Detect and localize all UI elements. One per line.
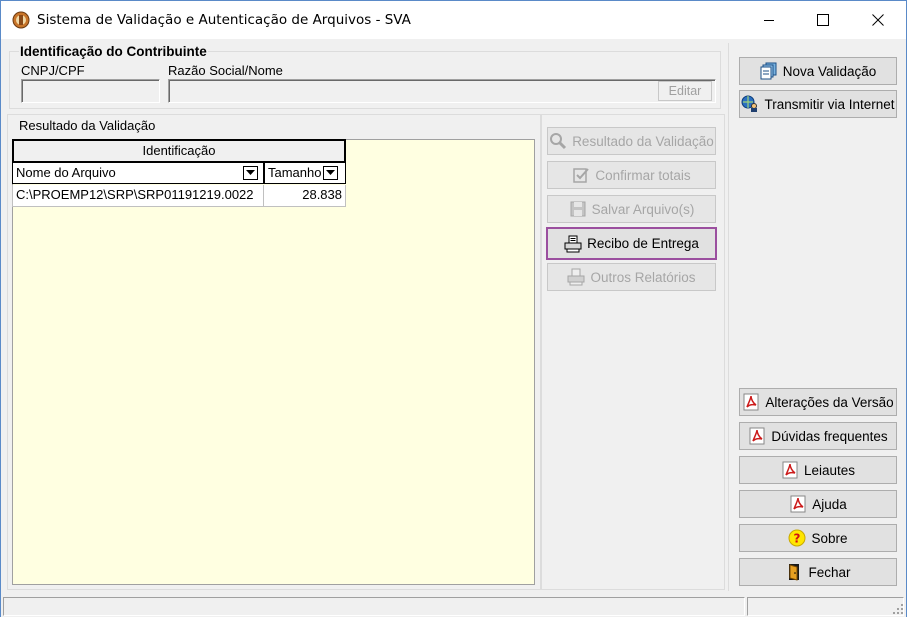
maximize-icon bbox=[817, 14, 829, 26]
confirmar-totais-button[interactable]: Confirmar totais bbox=[547, 161, 716, 189]
pdf-icon bbox=[782, 461, 798, 479]
transmitir-internet-button[interactable]: Transmitir via Internet bbox=[739, 90, 897, 118]
sobre-label: Sobre bbox=[811, 530, 848, 546]
resize-grip-icon[interactable] bbox=[892, 603, 904, 615]
column-header-file[interactable]: Nome do Arquivo bbox=[12, 162, 264, 184]
magnifier-icon bbox=[550, 133, 567, 150]
filter-dropdown-size[interactable] bbox=[323, 166, 338, 180]
column-header-size-label: Tamanho bbox=[268, 165, 322, 180]
minimize-button[interactable] bbox=[746, 1, 792, 39]
contributor-group-title: Identificação do Contribuinte bbox=[19, 44, 208, 59]
leiautes-label: Leiautes bbox=[803, 462, 856, 478]
ajuda-button[interactable]: Ajuda bbox=[739, 490, 897, 518]
salvar-arquivos-label: Salvar Arquivo(s) bbox=[591, 201, 695, 217]
window-title: Sistema de Validação e Autenticação de A… bbox=[37, 12, 411, 28]
alteracoes-versao-label: Alterações da Versão bbox=[765, 394, 894, 410]
chevron-down-icon bbox=[326, 170, 335, 175]
confirmar-totais-label: Confirmar totais bbox=[595, 167, 691, 183]
help-question-icon: ? bbox=[788, 529, 806, 547]
ajuda-label: Ajuda bbox=[812, 496, 847, 512]
main-window: Sistema de Validação e Autenticação de A… bbox=[0, 0, 907, 617]
name-label: Razão Social/Nome bbox=[168, 63, 283, 78]
edit-button[interactable]: Editar bbox=[658, 81, 712, 101]
duvidas-frequentes-label: Dúvidas frequentes bbox=[771, 428, 888, 444]
column-header-size[interactable]: Tamanho bbox=[264, 162, 346, 184]
table-row-file-cell[interactable]: C:\PROEMP12\SRP\SRP01191219.0022 bbox=[12, 185, 264, 207]
leiautes-button[interactable]: Leiautes bbox=[739, 456, 897, 484]
filter-dropdown-file[interactable] bbox=[243, 166, 258, 180]
name-field[interactable] bbox=[168, 79, 716, 103]
cnpj-field[interactable] bbox=[21, 79, 160, 103]
salvar-arquivos-button[interactable]: Salvar Arquivo(s) bbox=[547, 195, 716, 223]
svg-text:?: ? bbox=[794, 532, 801, 546]
title-bar[interactable]: Sistema de Validação e Autenticação de A… bbox=[1, 1, 906, 39]
chevron-down-icon bbox=[246, 170, 255, 175]
close-button[interactable] bbox=[855, 1, 901, 39]
result-group-title: Resultado da Validação bbox=[18, 118, 157, 133]
duvidas-frequentes-button[interactable]: Dúvidas frequentes bbox=[739, 422, 897, 450]
recibo-entrega-label: Recibo de Entrega bbox=[587, 236, 699, 251]
status-bar bbox=[1, 595, 906, 617]
pdf-icon bbox=[749, 427, 765, 445]
pdf-icon bbox=[743, 393, 759, 411]
column-header-file-label: Nome do Arquivo bbox=[16, 165, 116, 180]
recibo-entrega-button[interactable]: Recibo de Entrega bbox=[546, 227, 717, 260]
sobre-button[interactable]: ? Sobre bbox=[739, 524, 897, 552]
transmitir-internet-label: Transmitir via Internet bbox=[764, 96, 895, 112]
alteracoes-versao-button[interactable]: Alterações da Versão bbox=[739, 388, 897, 416]
outros-relatorios-label: Outros Relatórios bbox=[590, 269, 696, 285]
status-panel-main bbox=[3, 597, 745, 616]
outros-relatorios-button[interactable]: Outros Relatórios bbox=[547, 263, 716, 291]
grid-header: Identificação bbox=[12, 139, 346, 162]
close-icon bbox=[872, 14, 884, 26]
fechar-label: Fechar bbox=[808, 564, 851, 580]
globe-user-icon bbox=[741, 95, 758, 112]
maximize-button[interactable] bbox=[800, 1, 846, 39]
confirm-sheet-icon bbox=[573, 168, 590, 183]
fechar-button[interactable]: Fechar bbox=[739, 558, 897, 586]
documents-icon bbox=[760, 62, 777, 80]
minimize-icon bbox=[764, 20, 774, 21]
sva-app-icon bbox=[12, 11, 30, 29]
floppy-disk-icon bbox=[570, 201, 586, 217]
nova-validacao-label: Nova Validação bbox=[782, 63, 877, 79]
table-row-size-cell[interactable]: 28.838 bbox=[264, 185, 346, 207]
printer-icon bbox=[564, 235, 582, 252]
printer-icon bbox=[567, 268, 585, 286]
nova-validacao-button[interactable]: Nova Validação bbox=[739, 57, 897, 85]
resultado-validacao-button[interactable]: Resultado da Validação bbox=[547, 127, 716, 155]
exit-door-icon bbox=[789, 564, 800, 581]
resultado-validacao-label: Resultado da Validação bbox=[572, 133, 714, 149]
status-panel-secondary bbox=[747, 597, 904, 616]
pdf-icon bbox=[790, 495, 806, 513]
cnpj-label: CNPJ/CPF bbox=[21, 63, 85, 78]
